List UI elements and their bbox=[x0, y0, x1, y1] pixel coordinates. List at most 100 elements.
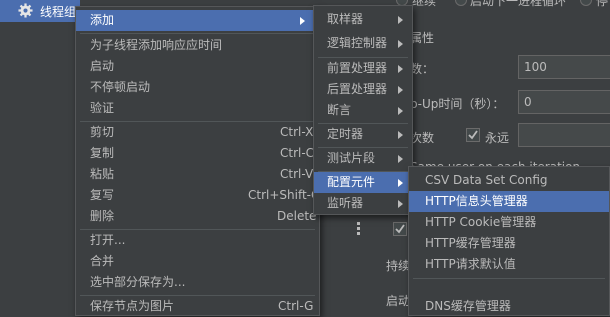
gear-icon bbox=[18, 3, 33, 18]
menu-item-label: 启动 bbox=[90, 59, 115, 73]
context-menu: 添加 为子线程添加响应应时间 启动 不停顿启动 验证 剪切 Ctrl-X 复制 … bbox=[75, 6, 320, 316]
menu-item-label: 选中部分保存为... bbox=[90, 275, 186, 289]
startup-delay-label: 启动 bbox=[386, 294, 411, 308]
menu-item-merge[interactable]: 合并 bbox=[76, 251, 319, 272]
menu-item-shortcut: Ctrl-G bbox=[278, 299, 314, 313]
loop-count-input[interactable] bbox=[518, 123, 610, 147]
submenu-item-config-element[interactable]: 配置元件 bbox=[314, 172, 412, 193]
menu-item-save-selection-as[interactable]: 选中部分保存为... bbox=[76, 272, 319, 293]
drag-handle-icon bbox=[357, 222, 360, 236]
radio-continue-label: 继续 bbox=[412, 0, 437, 8]
menu-item-open[interactable]: 打开... bbox=[76, 230, 319, 251]
submenu-item-sampler[interactable]: 取样器 bbox=[314, 9, 412, 30]
tree-node-label: 线程组 bbox=[40, 5, 77, 19]
menu-item-label: 粘贴 bbox=[90, 167, 115, 181]
submenu-item-listener[interactable]: 监听器 bbox=[314, 193, 412, 214]
menu-item-label: 保存节点为图片 bbox=[90, 299, 175, 313]
submenu-item-label: 定时器 bbox=[327, 127, 364, 141]
config-item-http-cookie-manager[interactable]: HTTP Cookie管理器 bbox=[409, 212, 609, 233]
menu-item-shortcut: Ctrl-V bbox=[280, 167, 314, 181]
submenu-arrow-icon bbox=[398, 179, 403, 187]
submenu-arrow-icon bbox=[398, 155, 403, 163]
submenu-item-pre-processor[interactable]: 前置处理器 bbox=[314, 58, 412, 79]
submenu-item-assertion[interactable]: 断言 bbox=[314, 100, 412, 121]
submenu-arrow-icon bbox=[398, 107, 403, 115]
menu-item-validate[interactable]: 验证 bbox=[76, 98, 319, 119]
forever-checkbox[interactable] bbox=[466, 128, 480, 142]
menu-separator bbox=[80, 33, 315, 34]
menu-item-shortcut: Ctrl-X bbox=[280, 125, 314, 139]
config-item-label: HTTP缓存管理器 bbox=[425, 236, 516, 250]
submenu-item-label: 断言 bbox=[327, 103, 352, 117]
menu-item-label: 剪切 bbox=[90, 125, 115, 139]
config-item-label: CSV Data Set Config bbox=[425, 173, 548, 187]
rampup-label: p-Up时间（秒）： bbox=[410, 97, 505, 111]
config-item-http-header-manager[interactable]: HTTP信息头管理器 bbox=[409, 191, 609, 212]
menu-item-save-node-as-image[interactable]: 保存节点为图片 Ctrl-G bbox=[76, 296, 319, 317]
submenu-item-label: 逻辑控制器 bbox=[327, 36, 388, 50]
submenu-arrow-icon bbox=[398, 16, 403, 24]
submenu-arrow-icon bbox=[300, 17, 305, 25]
menu-item-label: 合并 bbox=[90, 254, 115, 268]
submenu-item-logic-controller[interactable]: 逻辑控制器 bbox=[314, 33, 412, 54]
config-item-label: HTTP信息头管理器 bbox=[425, 194, 528, 208]
submenu-item-timer[interactable]: 定时器 bbox=[314, 124, 412, 145]
radio-stop-label: 停 bbox=[596, 0, 609, 8]
submenu-arrow-icon bbox=[398, 131, 403, 139]
forever-label: 永远 bbox=[485, 131, 510, 145]
add-submenu: 取样器 逻辑控制器 前置处理器 后置处理器 断言 定时器 测试片段 配置元件 监… bbox=[313, 5, 413, 215]
config-item-csv-data-set[interactable]: CSV Data Set Config bbox=[409, 170, 609, 191]
menu-item-shortcut: Delete bbox=[277, 209, 317, 223]
submenu-item-label: 前置处理器 bbox=[327, 61, 388, 75]
submenu-item-label: 取样器 bbox=[327, 12, 364, 26]
submenu-item-label: 配置元件 bbox=[327, 175, 376, 189]
menu-item-paste[interactable]: 粘贴 Ctrl-V bbox=[76, 164, 319, 185]
radio-stop[interactable] bbox=[580, 0, 592, 6]
radio-next-loop[interactable] bbox=[455, 0, 467, 6]
section-title: 属性 bbox=[410, 31, 435, 45]
menu-item-label: 验证 bbox=[90, 101, 115, 115]
menu-item-label: 删除 bbox=[90, 209, 115, 223]
menu-item-shortcut: Ctrl+Shift-C bbox=[248, 188, 320, 202]
submenu-item-label: 监听器 bbox=[327, 196, 364, 210]
menu-item-label: 复制 bbox=[90, 146, 115, 160]
menu-item-add[interactable]: 添加 bbox=[76, 10, 319, 31]
rampup-input[interactable]: 0 bbox=[518, 90, 610, 114]
radio-next-loop-label: 启动下一进程循环 bbox=[470, 0, 567, 8]
menu-item-label: 添加 bbox=[90, 13, 115, 27]
menu-item-duplicate[interactable]: 复写 Ctrl+Shift-C bbox=[76, 185, 319, 206]
menu-item-cut[interactable]: 剪切 Ctrl-X bbox=[76, 122, 319, 143]
menu-item-shortcut: Ctrl-C bbox=[280, 146, 315, 160]
config-element-submenu: CSV Data Set Config HTTP信息头管理器 HTTP Cook… bbox=[408, 166, 610, 316]
submenu-item-post-processor[interactable]: 后置处理器 bbox=[314, 79, 412, 100]
threads-input[interactable]: 100 bbox=[518, 55, 610, 79]
config-item-dns-cache-manager[interactable]: DNS缓存管理器 bbox=[409, 296, 609, 317]
loop-count-label: 次数 bbox=[410, 131, 435, 145]
menu-item-start-no-pause[interactable]: 不停顿启动 bbox=[76, 77, 319, 98]
submenu-item-test-fragment[interactable]: 测试片段 bbox=[314, 148, 412, 169]
submenu-arrow-icon bbox=[398, 65, 403, 73]
threads-label: 数： bbox=[410, 62, 435, 76]
menu-item-label: 为子线程添加响应应时间 bbox=[90, 38, 223, 52]
duration-label: 持续 bbox=[386, 259, 411, 273]
menu-item-delete[interactable]: 删除 Delete bbox=[76, 206, 319, 227]
submenu-arrow-icon bbox=[398, 86, 403, 94]
menu-separator bbox=[413, 278, 605, 279]
menu-item-label: 复写 bbox=[90, 188, 115, 202]
config-item-http-cache-manager[interactable]: HTTP缓存管理器 bbox=[409, 233, 609, 254]
check-icon bbox=[468, 130, 478, 140]
menu-item-copy[interactable]: 复制 Ctrl-C bbox=[76, 143, 319, 164]
menu-item-start[interactable]: 启动 bbox=[76, 56, 319, 77]
menu-item-label: 不停顿启动 bbox=[90, 80, 151, 94]
menu-item-label: 打开... bbox=[90, 233, 126, 247]
menu-item-add-think-times[interactable]: 为子线程添加响应应时间 bbox=[76, 35, 319, 56]
submenu-arrow-icon bbox=[398, 200, 403, 208]
delay-checkbox[interactable] bbox=[393, 222, 407, 236]
config-item-label: DNS缓存管理器 bbox=[425, 299, 511, 313]
config-item-label: HTTP Cookie管理器 bbox=[425, 215, 537, 229]
submenu-item-label: 测试片段 bbox=[327, 151, 376, 165]
config-item-http-request-defaults[interactable]: HTTP请求默认值 bbox=[409, 254, 609, 275]
submenu-arrow-icon bbox=[398, 40, 403, 48]
config-item-label: HTTP请求默认值 bbox=[425, 257, 516, 271]
check-icon bbox=[395, 224, 405, 234]
